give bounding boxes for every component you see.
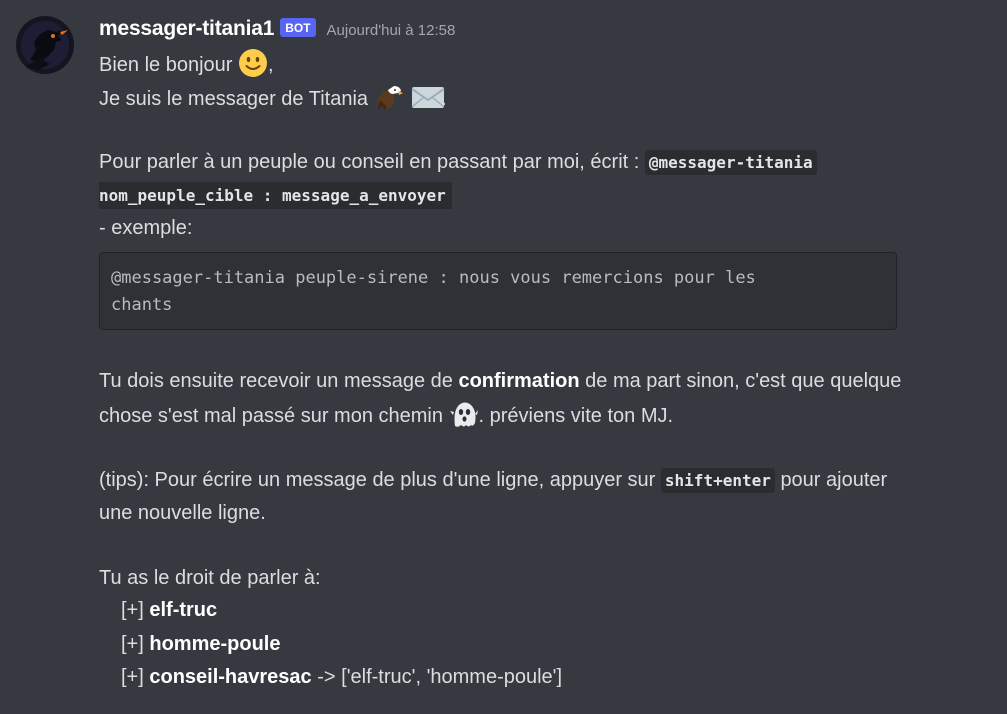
confirmation-text-a: Tu dois ensuite recevoir un message de (99, 370, 453, 392)
inline-code-shortcut: shift+enter (660, 468, 775, 493)
rights-name: conseil-havresac (149, 666, 312, 688)
example-label: - exemple: (99, 217, 193, 239)
greeting-text: Bien le bonjour (99, 54, 233, 76)
confirmation-text-d: . préviens vite ton MJ. (478, 405, 674, 427)
greeting-punct: , (268, 54, 274, 76)
eagle-emoji (374, 82, 404, 112)
message-header: messager-titania1 BOT Aujourd'hui à 12:5… (99, 14, 455, 44)
tips-line-2: une nouvelle ligne. (99, 502, 266, 524)
smiley-emoji (238, 48, 268, 78)
chat-message: messager-titania1 BOT Aujourd'hui à 12:5… (0, 0, 1007, 714)
code-block[interactable]: @messager-titania peuple-sirene : nous v… (99, 252, 897, 330)
rights-item: [+] elf-truc (121, 596, 217, 624)
rights-item: [+] conseil-havresac -> ['elf-truc', 'ho… (121, 663, 562, 691)
rights-prefix: [+] (121, 599, 144, 621)
usage-text: Pour parler à un peuple ou conseil en pa… (99, 151, 640, 173)
rights-name: elf-truc (149, 599, 218, 621)
tips-text-b: pour ajouter (780, 469, 888, 491)
ghost-emoji (449, 399, 479, 429)
inline-code-mention: @messager-titania (644, 150, 817, 175)
intro-text: Je suis le messager de Titania (99, 88, 369, 110)
confirmation-line-2: chose s'est mal passé sur mon chemin . p… (99, 399, 673, 430)
confirmation-bold: confirmation (458, 370, 580, 392)
user-avatar[interactable] (16, 16, 74, 74)
inline-code-syntax: nom_peuple_cible : message_a_envoyer (99, 182, 452, 209)
bot-badge: BOT (280, 17, 316, 37)
intro-punct: . (441, 88, 447, 110)
greeting-line: Bien le bonjour , (99, 48, 274, 79)
envelope-emoji (411, 82, 445, 112)
intro-line: Je suis le messager de Titania . (99, 82, 447, 113)
rights-prefix: [+] (121, 666, 144, 688)
rights-suffix: -> ['elf-truc', 'homme-poule'] (317, 666, 563, 688)
usage-line-2: nom_peuple_cible : message_a_envoyer (99, 181, 452, 210)
rights-name: homme-poule (149, 633, 281, 655)
message-timestamp[interactable]: Aujourd'hui à 12:58 (327, 22, 456, 39)
tips-line: (tips): Pour écrire un message de plus d… (99, 466, 887, 495)
confirmation-line: Tu dois ensuite recevoir un message de c… (99, 367, 901, 395)
usage-line: Pour parler à un peuple ou conseil en pa… (99, 148, 817, 177)
confirmation-text-b: de ma part sinon, c'est que quelque (585, 370, 902, 392)
rights-item: [+] homme-poule (121, 630, 280, 658)
confirmation-text-c: chose s'est mal passé sur mon chemin (99, 405, 443, 427)
tips-text-a: (tips): Pour écrire un message de plus d… (99, 469, 656, 491)
rights-intro: Tu as le droit de parler à: (99, 567, 321, 589)
rights-prefix: [+] (121, 633, 144, 655)
author-name[interactable]: messager-titania1 (99, 17, 274, 41)
